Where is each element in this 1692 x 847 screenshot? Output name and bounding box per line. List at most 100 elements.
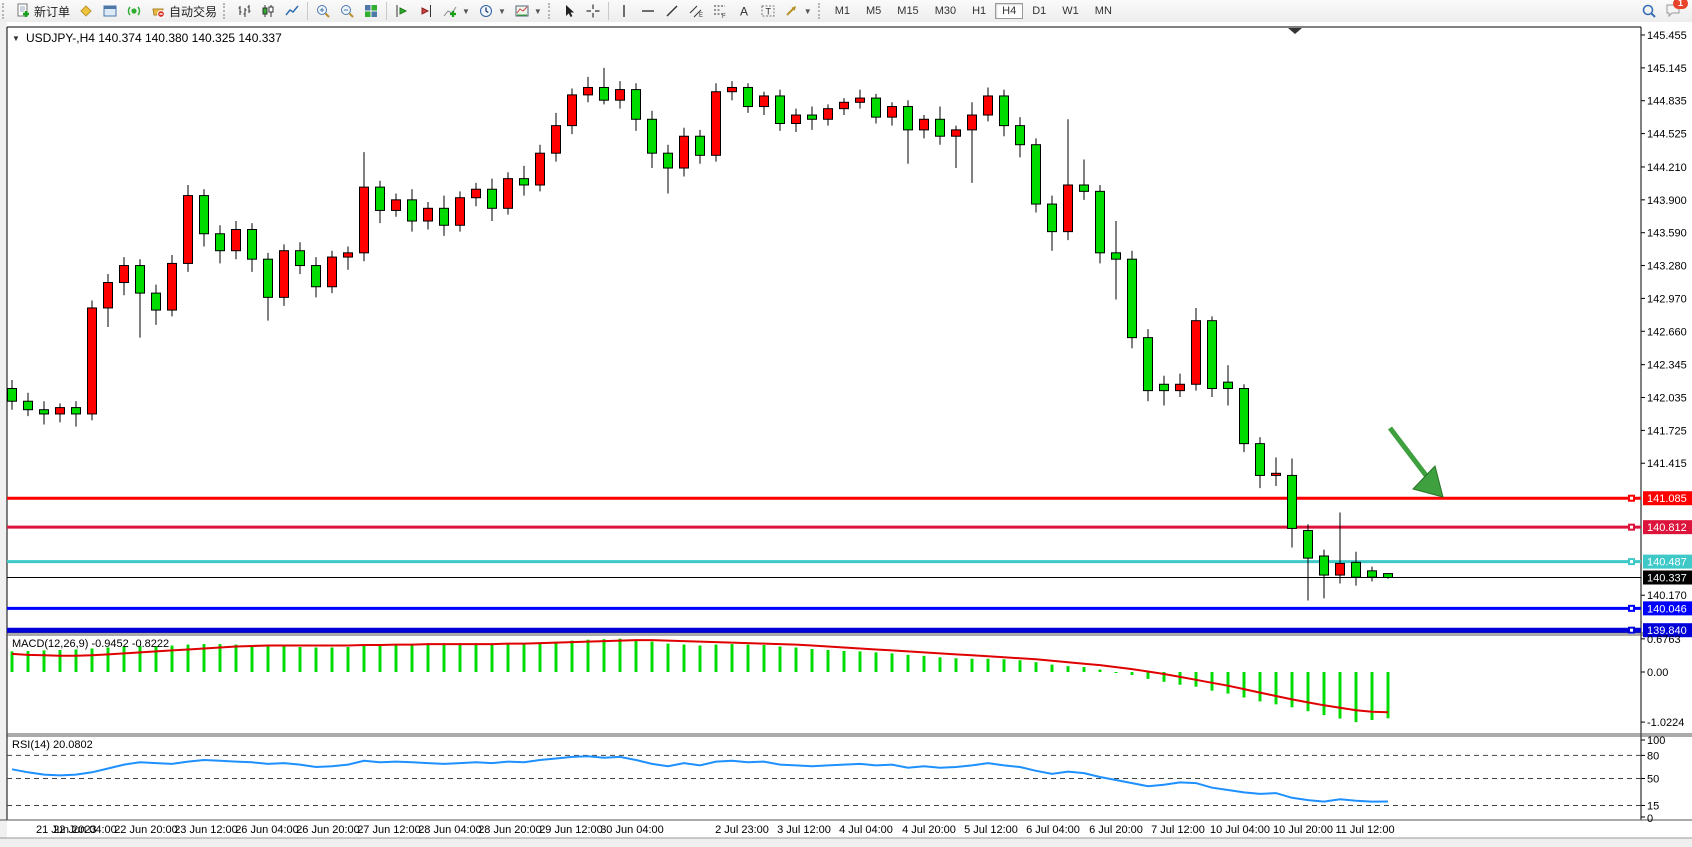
market-watch-button[interactable] <box>98 0 122 22</box>
macd-histogram-bar <box>443 645 446 672</box>
chevron-down-icon[interactable]: ▼ <box>498 7 506 16</box>
text-tool-button[interactable]: A <box>732 0 756 22</box>
chevron-down-icon[interactable]: ▼ <box>462 7 470 16</box>
horizontal-line-tool-button[interactable] <box>636 0 660 22</box>
svg-text:T: T <box>765 7 771 17</box>
candle-body <box>1224 382 1233 388</box>
candle-body <box>1016 126 1025 145</box>
svg-text:80: 80 <box>1647 750 1659 762</box>
line-chart-button[interactable] <box>280 0 304 22</box>
timeframe-button-m5[interactable]: M5 <box>859 3 888 19</box>
text-label-tool-button[interactable]: T <box>756 0 780 22</box>
macd-label: MACD(12,26,9) -0.9452 -0.8222 <box>12 638 169 650</box>
candle-body <box>376 187 385 210</box>
macd-histogram-bar <box>1131 672 1134 675</box>
macd-histogram-bar <box>363 646 366 672</box>
timeframe-button-h4[interactable]: H4 <box>995 3 1023 19</box>
macd-histogram-bar <box>491 644 494 672</box>
macd-histogram-bar <box>267 646 270 672</box>
candle-body <box>1000 96 1009 126</box>
candle-body <box>744 87 753 106</box>
signals-button[interactable] <box>122 0 146 22</box>
time-axis: 21 Jun 202322 Jun 04:0022 Jun 20:0023 Ju… <box>36 824 1395 836</box>
candle-body <box>184 196 193 264</box>
quotes-button[interactable] <box>74 0 98 22</box>
timeframe-button-h1[interactable]: H1 <box>965 3 993 19</box>
chevron-down-icon[interactable]: ▼ <box>534 7 542 16</box>
candle-body <box>664 153 673 168</box>
macd-histogram-bar <box>987 659 990 672</box>
crosshair-icon <box>585 3 601 19</box>
candle-body <box>152 293 161 310</box>
macd-histogram-bar <box>635 640 638 672</box>
svg-text:141.725: 141.725 <box>1647 425 1687 437</box>
macd-histogram-bar <box>1083 667 1086 672</box>
bar-chart-button[interactable] <box>232 0 256 22</box>
macd-histogram-bar <box>395 644 398 672</box>
candle-body <box>248 230 257 260</box>
usdjpy-h4-chart[interactable]: 145.455145.145144.835144.525144.210143.9… <box>0 22 1692 847</box>
svg-text:E: E <box>699 13 703 19</box>
svg-text:145.455: 145.455 <box>1647 30 1687 42</box>
macd-histogram-bar <box>955 658 958 672</box>
fibonacci-tool-button[interactable]: F <box>708 0 732 22</box>
candle-body <box>872 98 881 117</box>
timeframe-button-mn[interactable]: MN <box>1088 3 1119 19</box>
timeframe-button-m15[interactable]: M15 <box>890 3 925 19</box>
chart-shift-end-button[interactable] <box>390 0 414 22</box>
vertical-line-tool-button[interactable] <box>612 0 636 22</box>
macd-histogram-bar <box>43 650 46 672</box>
svg-text:26 Jun 20:00: 26 Jun 20:00 <box>296 824 360 836</box>
new-order-button[interactable]: 新订单 <box>11 0 74 22</box>
svg-text:4 Jul 04:00: 4 Jul 04:00 <box>839 824 893 836</box>
periods-button[interactable]: ▼ <box>474 0 510 22</box>
signal-icon <box>126 3 142 19</box>
notifications-button[interactable]: 1 <box>1665 2 1682 21</box>
macd-histogram-bar <box>283 647 286 672</box>
candle-body <box>392 200 401 211</box>
candle-body <box>72 408 81 414</box>
candlestick-chart-button[interactable] <box>256 0 280 22</box>
channel-tool-button[interactable]: E <box>684 0 708 22</box>
indicators-button[interactable]: ▼ <box>438 0 474 22</box>
trendline-tool-button[interactable] <box>660 0 684 22</box>
chart-area[interactable]: 145.455145.145144.835144.525144.210143.9… <box>0 22 1692 847</box>
svg-text:142.970: 142.970 <box>1647 293 1687 305</box>
svg-text:-1.0224: -1.0224 <box>1647 717 1684 729</box>
macd-histogram-bar <box>251 645 254 672</box>
crosshair-tool-button[interactable] <box>581 0 605 22</box>
macd-histogram-bar <box>347 647 350 672</box>
templates-button[interactable]: ▼ <box>510 0 546 22</box>
zoom-in-button[interactable] <box>311 0 335 22</box>
timeframe-button-d1[interactable]: D1 <box>1025 3 1053 19</box>
symbol-dropdown-icon[interactable]: ▼ <box>12 34 20 43</box>
template-icon <box>514 3 530 19</box>
timeframe-button-m1[interactable]: M1 <box>828 3 857 19</box>
autotrading-label: 自动交易 <box>169 3 217 20</box>
svg-text:143.590: 143.590 <box>1647 228 1687 240</box>
tile-windows-button[interactable] <box>359 0 383 22</box>
svg-text:142.345: 142.345 <box>1647 360 1687 372</box>
svg-text:140.487: 140.487 <box>1647 557 1687 569</box>
timeframe-button-w1[interactable]: W1 <box>1055 3 1086 19</box>
search-icon[interactable] <box>1641 3 1657 19</box>
candle-body <box>696 136 705 155</box>
svg-text:144.525: 144.525 <box>1647 129 1687 141</box>
horizontal-line-icon <box>640 3 656 19</box>
candle-body <box>1288 475 1297 528</box>
candle-body <box>1368 571 1377 577</box>
macd-histogram-bar <box>859 651 862 672</box>
cursor-icon <box>561 3 577 19</box>
line-chart-icon <box>284 3 300 19</box>
chevron-down-icon[interactable]: ▼ <box>804 7 812 16</box>
arrows-icon <box>784 3 800 19</box>
candle-body <box>1096 191 1105 252</box>
price-badge-140.812: 140.812 <box>1643 520 1692 534</box>
chart-shift-button[interactable] <box>414 0 438 22</box>
zoom-out-button[interactable] <box>335 0 359 22</box>
cursor-tool-button[interactable] <box>557 0 581 22</box>
timeframe-button-m30[interactable]: M30 <box>928 3 963 19</box>
macd-histogram-bar <box>907 655 910 672</box>
autotrading-button[interactable]: 自动交易 <box>146 0 221 22</box>
arrows-tool-button[interactable]: ▼ <box>780 0 816 22</box>
